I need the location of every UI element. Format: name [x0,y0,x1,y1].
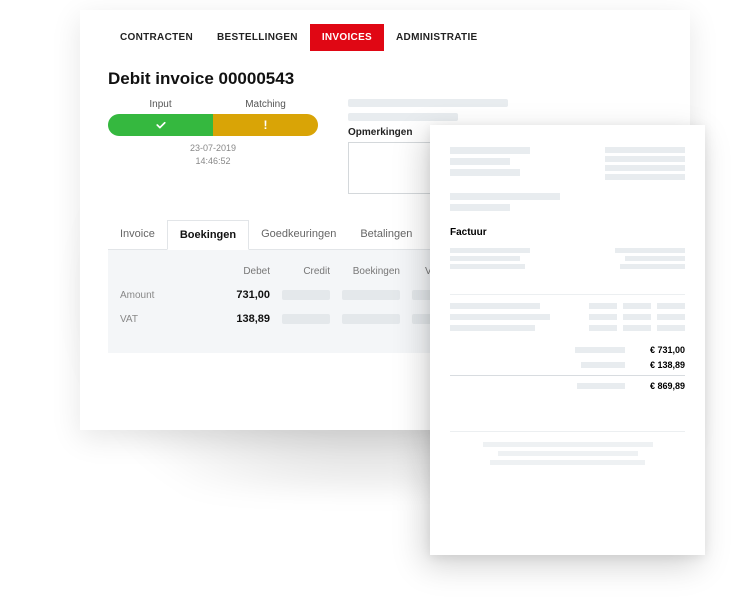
placeholder-line [589,314,617,320]
document-heading: Factuur [450,227,685,238]
status-date: 23-07-2019 [108,142,318,155]
cell-placeholder [342,290,400,300]
col-credit: Credit [270,266,330,277]
subtab-boekingen[interactable]: Boekingen [167,220,249,250]
tab-invoices[interactable]: INVOICES [310,24,384,51]
placeholder-line [605,165,685,171]
placeholder-line [348,113,458,121]
placeholder-line [657,325,685,331]
placeholder-line [450,193,560,200]
placeholder-line [657,303,685,309]
status-progress: Input Matching ! 23-07-2019 14:46:52 [108,99,318,194]
placeholder-line [450,158,510,165]
page-title: Debit invoice 00000543 [108,69,662,89]
placeholder-line [450,169,520,176]
placeholder-line [483,442,653,447]
status-input-pill[interactable] [108,114,213,136]
row-amount-value: 731,00 [200,289,270,301]
placeholder-line [575,347,625,353]
placeholder-line [498,451,638,456]
placeholder-line [450,147,530,154]
tab-contracten[interactable]: CONTRACTEN [108,24,205,51]
placeholder-line [623,314,651,320]
tab-administratie[interactable]: ADMINISTRATIE [384,24,490,51]
placeholder-line [450,204,510,211]
check-icon [155,119,167,131]
subtab-goedkeuringen[interactable]: Goedkeuringen [249,220,348,249]
placeholder-line [450,256,520,261]
placeholder-line [605,174,685,180]
status-time: 14:46:52 [108,155,318,168]
doc-subtotal: € 731,00 [635,345,685,355]
placeholder-line [348,99,508,107]
row-amount-label: Amount [120,290,200,301]
placeholder-line [605,147,685,153]
placeholder-line [490,460,645,465]
status-matching-label: Matching [213,99,318,114]
placeholder-line [589,303,617,309]
cell-placeholder [282,290,330,300]
row-vat-label: VAT [120,314,200,325]
placeholder-line [450,314,550,320]
placeholder-line [605,156,685,162]
col-boekingen: Boekingen [330,266,400,277]
placeholder-line [625,256,685,261]
placeholder-line [581,362,625,368]
primary-nav: CONTRACTEN BESTELLINGEN INVOICES ADMINIS… [80,10,690,51]
placeholder-line [589,325,617,331]
cell-placeholder [342,314,400,324]
placeholder-line [615,248,685,253]
placeholder-line [577,383,625,389]
doc-vat: € 138,89 [635,360,685,370]
document-preview[interactable]: Factuur [430,125,705,555]
alert-icon: ! [264,118,268,132]
placeholder-line [623,325,651,331]
placeholder-line [450,303,540,309]
col-debet: Debet [200,266,270,277]
status-matching-pill[interactable]: ! [213,114,318,136]
placeholder-line [450,264,525,269]
placeholder-line [450,325,535,331]
placeholder-line [657,314,685,320]
doc-grand-total: € 869,89 [635,381,685,391]
placeholder-line [620,264,685,269]
status-input-label: Input [108,99,213,114]
tab-bestellingen[interactable]: BESTELLINGEN [205,24,310,51]
cell-placeholder [282,314,330,324]
subtab-invoice[interactable]: Invoice [108,220,167,249]
subtab-betalingen[interactable]: Betalingen [348,220,424,249]
placeholder-line [450,248,530,253]
row-vat-value: 138,89 [200,313,270,325]
placeholder-line [623,303,651,309]
